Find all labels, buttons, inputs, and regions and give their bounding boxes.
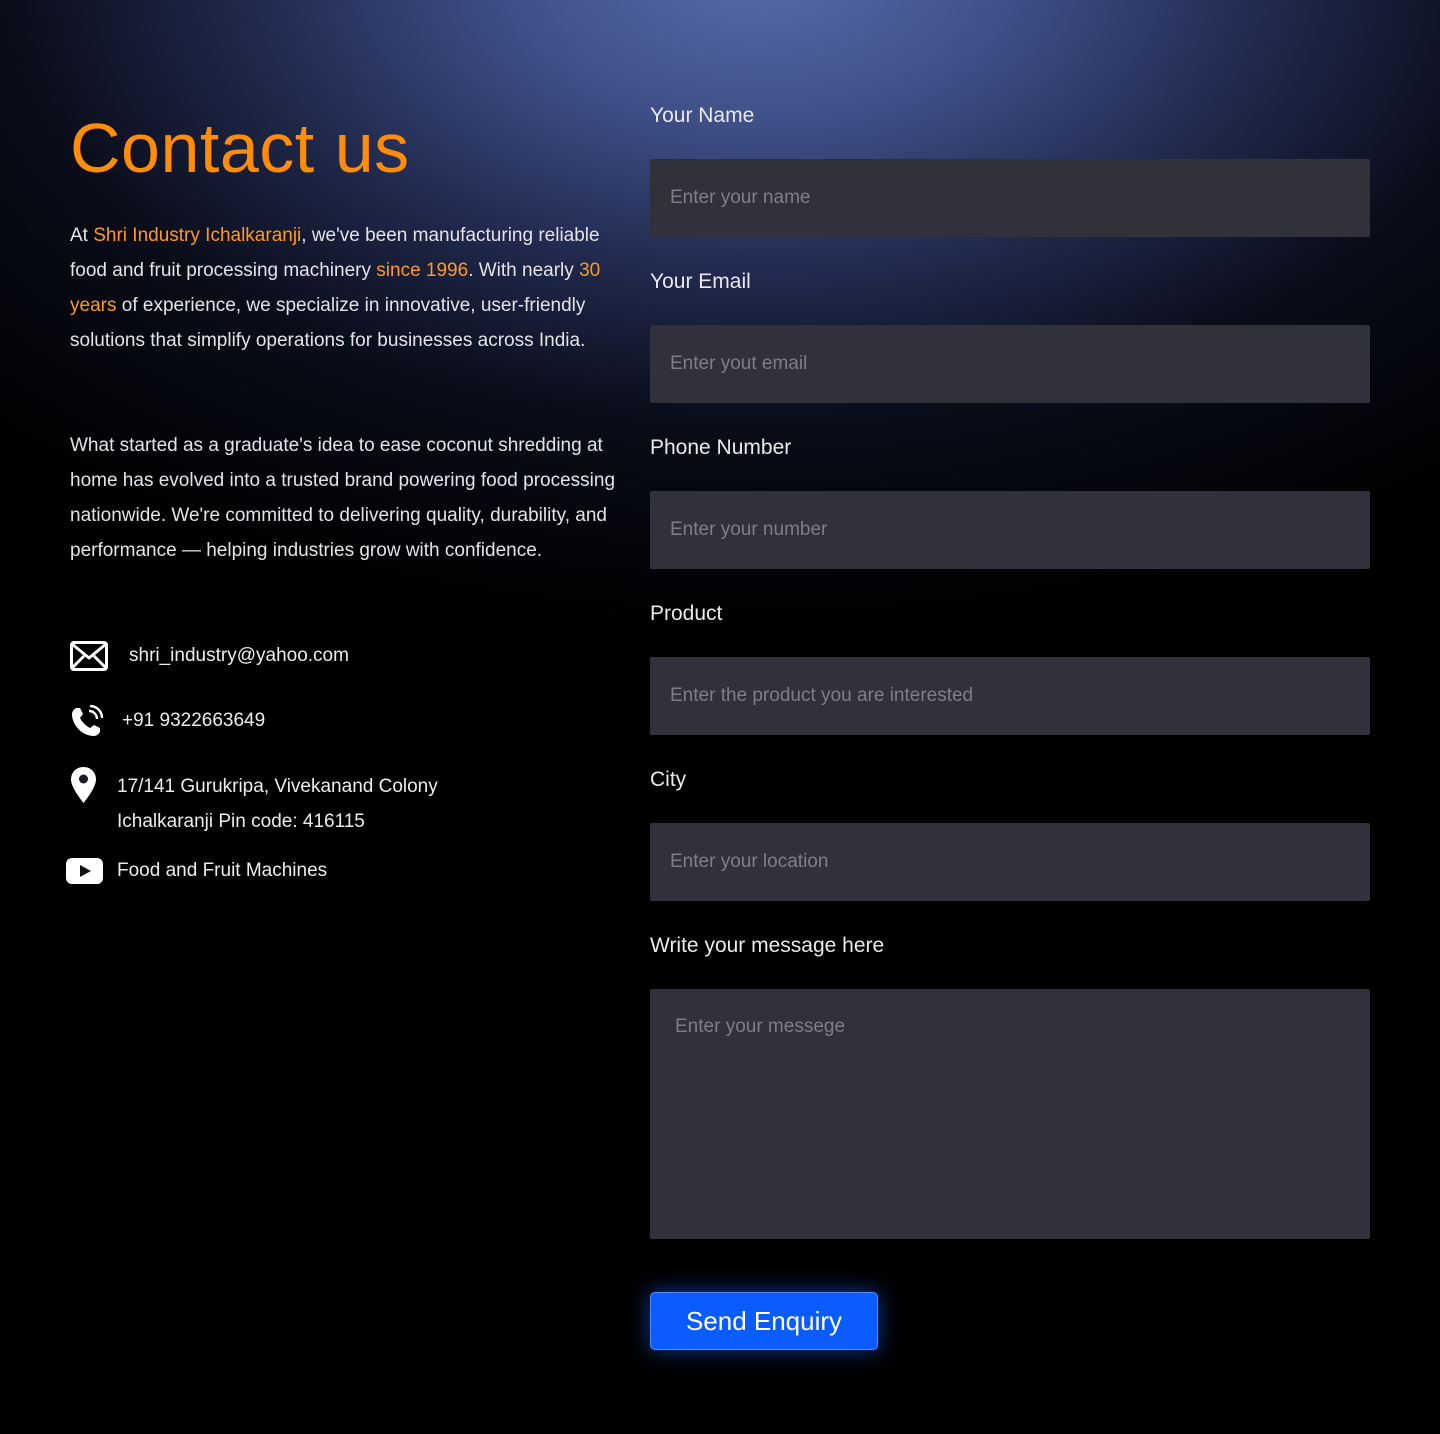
intro-text: of experience, we specialize in innovati… xyxy=(70,295,586,351)
intro-text: At xyxy=(70,225,94,246)
address-line-1: 17/141 Gurukripa, Vivekanand Colony xyxy=(117,776,438,797)
address-line-2: Ichalkaranji Pin code: 416115 xyxy=(117,811,365,832)
contact-youtube-row[interactable]: Food and Fruit Machines xyxy=(66,853,327,889)
youtube-icon xyxy=(66,858,103,884)
youtube-channel-link[interactable]: Food and Fruit Machines xyxy=(117,860,327,882)
message-textarea[interactable] xyxy=(650,989,1370,1239)
contact-email[interactable]: shri_industry@yahoo.com xyxy=(129,645,349,667)
mail-icon xyxy=(70,641,108,671)
contact-phone[interactable]: +91 9322663649 xyxy=(122,710,265,732)
phone-label: Phone Number xyxy=(650,436,792,459)
email-label: Your Email xyxy=(650,270,751,293)
contact-address-row: 17/141 Gurukripa, Vivekanand Colony Icha… xyxy=(70,766,438,839)
city-input[interactable] xyxy=(650,823,1370,901)
company-name-highlight: Shri Industry Ichalkaranji xyxy=(93,225,302,246)
contact-phone-row[interactable]: +91 9322663649 xyxy=(70,703,265,739)
product-input[interactable] xyxy=(650,657,1370,735)
email-input[interactable] xyxy=(650,325,1370,403)
phone-input[interactable] xyxy=(650,491,1370,569)
intro-paragraph-1: At Shri Industry Ichalkaranji, we've bee… xyxy=(70,218,615,358)
phone-icon xyxy=(70,704,103,738)
contact-email-row[interactable]: shri_industry@yahoo.com xyxy=(70,638,349,674)
since-highlight: since 1996 xyxy=(376,260,469,281)
product-label: Product xyxy=(650,602,723,625)
name-label: Your Name xyxy=(650,104,755,127)
city-label: City xyxy=(650,768,687,791)
page-title: Contact us xyxy=(70,109,410,187)
send-enquiry-button[interactable]: Send Enquiry xyxy=(650,1292,878,1350)
contact-address: 17/141 Gurukripa, Vivekanand Colony Icha… xyxy=(117,769,438,839)
location-pin-icon xyxy=(70,766,97,804)
intro-text: . With nearly xyxy=(468,260,580,281)
message-label: Write your message here xyxy=(650,934,885,957)
name-input[interactable] xyxy=(650,159,1370,237)
intro-paragraph-2: What started as a graduate's idea to eas… xyxy=(70,435,616,561)
